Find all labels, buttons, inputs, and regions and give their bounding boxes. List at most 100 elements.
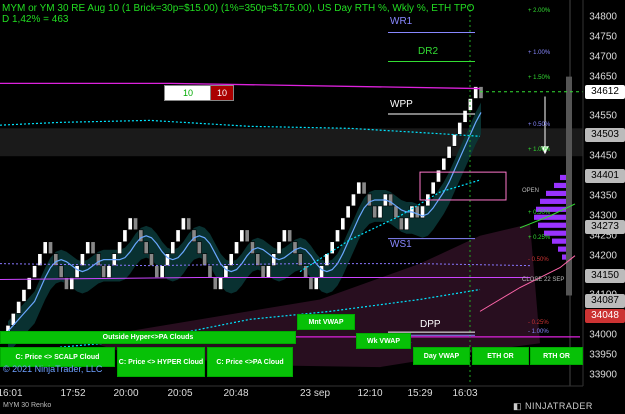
renko-brick — [159, 265, 165, 278]
percent-level-label: OPEN — [522, 187, 540, 194]
renko-brick — [287, 229, 293, 243]
x-tick-label: 20:05 — [167, 388, 193, 399]
x-tick-label: 17:52 — [60, 388, 86, 399]
renko-brick — [202, 253, 208, 266]
renko-brick — [351, 193, 356, 207]
renko-brick — [335, 229, 340, 243]
percent-level-label: + 1.50% — [528, 75, 551, 82]
percent-level-label: - 0.50% — [528, 256, 549, 263]
renko-brick — [244, 229, 250, 243]
renko-brick — [308, 277, 314, 290]
renko-brick — [42, 241, 48, 254]
renko-brick — [404, 217, 410, 231]
percent-level-label: + 0.25% — [528, 234, 551, 241]
tpo-bar — [540, 198, 568, 204]
renko-brick — [372, 205, 378, 219]
monthly-vwap-button[interactable]: Mnt VWAP — [297, 314, 355, 330]
pivot-level-label: WS1 — [390, 238, 412, 250]
y-tick-label: 34550 — [589, 110, 617, 122]
renko-brick — [196, 241, 202, 254]
renko-brick — [260, 265, 266, 278]
renko-brick — [101, 265, 107, 278]
ninjatrader-logo-text: NINJATRADER — [525, 401, 593, 411]
percent-level-label: + 0.50% — [528, 210, 551, 217]
renko-brick — [228, 253, 234, 266]
hyper-cloud-button[interactable]: C: Price <> HYPER Cloud — [117, 347, 205, 377]
price-marker: 34087 — [585, 293, 625, 308]
renko-brick — [281, 229, 287, 243]
renko-brick — [265, 265, 271, 278]
y-tick-label: 34450 — [589, 150, 617, 162]
renko-brick — [313, 277, 319, 290]
renko-brick — [122, 229, 128, 243]
renko-brick — [16, 301, 22, 314]
ninjatrader-logo: ◧ NINJATRADER — [513, 401, 593, 411]
percent-level-label: + 1.00% — [528, 147, 551, 154]
renko-brick — [48, 241, 53, 254]
renko-brick — [149, 253, 154, 266]
y-tick-label: 33900 — [589, 369, 617, 381]
renko-brick — [414, 205, 420, 219]
price-marker: 34612 — [585, 84, 625, 99]
rth-or-button[interactable]: RTH OR — [530, 347, 583, 365]
renko-brick — [133, 217, 138, 231]
percent-level-label: + 1.00% — [528, 49, 551, 56]
renko-brick — [377, 205, 383, 219]
renko-brick — [356, 181, 362, 195]
counter-red: 10 — [210, 85, 234, 101]
renko-brick — [58, 265, 64, 278]
y-tick-label: 33950 — [589, 349, 617, 361]
copyright-text: © 2021 NinjaTrader, LLC — [3, 364, 103, 374]
tpo-bar — [554, 182, 568, 189]
x-tick-label: 16:01 — [0, 388, 23, 399]
price-marker: 34503 — [585, 128, 625, 143]
weekly-vwap-button[interactable]: Wk VWAP — [356, 333, 411, 349]
outside-hyper-pa-clouds-button[interactable]: Outside Hyper<>PA Clouds — [0, 331, 296, 344]
pivot-level-label: DR2 — [418, 45, 439, 57]
pivot-level-label: WR1 — [390, 16, 413, 28]
renko-brick — [218, 277, 224, 290]
renko-brick — [292, 241, 298, 254]
x-tick-label: 15:29 — [407, 388, 433, 399]
price-marker: 34273 — [585, 219, 625, 234]
y-tick-label: 34800 — [589, 11, 617, 23]
x-tick-label: 20:00 — [113, 388, 139, 399]
renko-brick — [90, 241, 96, 254]
renko-brick — [345, 205, 351, 219]
renko-brick — [143, 241, 149, 254]
renko-brick — [361, 181, 367, 195]
day-vwap-button[interactable]: Day VWAP — [413, 347, 470, 365]
renko-brick — [175, 229, 181, 243]
price-marker: 34048 — [585, 309, 625, 324]
renko-brick — [340, 217, 346, 231]
renko-brick — [21, 289, 27, 302]
price-marker: 34401 — [585, 168, 625, 183]
renko-brick — [276, 241, 282, 254]
renko-brick — [74, 265, 80, 278]
y-tick-label: 34700 — [589, 51, 617, 63]
renko-brick — [462, 110, 468, 123]
chart-header-title: MYM or YM 30 RE Aug 10 (1 Brick=30p=$15.… — [2, 3, 475, 14]
eth-or-button[interactable]: ETH OR — [472, 347, 529, 365]
renko-brick — [106, 265, 112, 278]
renko-brick — [170, 241, 176, 254]
renko-brick — [79, 253, 85, 266]
value-area-band — [0, 128, 583, 157]
renko-brick — [457, 122, 463, 135]
pivot-level-label: WPP — [390, 99, 413, 111]
y-tick-label: 34750 — [589, 31, 617, 43]
renko-brick — [154, 265, 160, 278]
renko-brick — [234, 241, 239, 254]
pa-cloud-button[interactable]: C: Price <>PA Cloud — [207, 347, 293, 377]
x-tick-label: 16:03 — [452, 388, 478, 399]
percent-level-label: + 2.00% — [528, 8, 551, 15]
renko-brick — [430, 181, 436, 195]
renko-brick — [186, 217, 192, 231]
percent-level-label: CLOSE 22 SEP — [522, 276, 565, 283]
counter-green: 10 — [164, 85, 212, 101]
renko-brick — [388, 193, 394, 207]
price-marker: 34150 — [585, 268, 625, 283]
percent-level-label: + 0.50% — [528, 122, 551, 129]
renko-brick — [180, 217, 186, 231]
x-tick-label: 12:10 — [357, 388, 383, 399]
